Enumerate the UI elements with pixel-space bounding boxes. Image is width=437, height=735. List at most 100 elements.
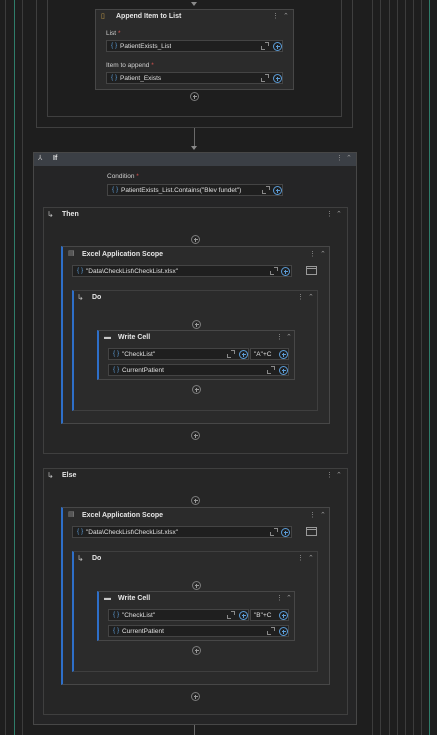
menu-icon[interactable]: ⋮ [272,13,279,21]
add-activity-icon[interactable] [191,235,200,244]
collapse-icon[interactable]: ⌃ [320,251,326,259]
expand-editor-icon[interactable] [227,611,235,619]
branch-icon: ↳ [77,554,84,563]
brace-icon: { } [77,267,84,274]
browse-folder-icon[interactable] [306,266,317,275]
excel-application-scope[interactable]: ▤ Excel Application Scope ⋮ ⌃ { } "Data\… [61,507,330,685]
expand-editor-icon[interactable] [267,366,275,374]
workbook-path-field[interactable]: { } "Data\CheckList\CheckList.xlsx" [72,265,292,277]
expand-editor-icon[interactable] [262,186,270,194]
else-branch[interactable]: ↳ Else ⋮ ⌃ ▤ Excel Application Scope ⋮ ⌃… [43,468,348,715]
menu-icon[interactable]: ⋮ [309,251,316,259]
canvas-guide-line [413,0,414,735]
canvas-guide-line [397,0,398,735]
canvas-guide-line [14,0,15,735]
add-argument-icon[interactable] [279,627,288,636]
add-activity-icon[interactable] [190,92,199,101]
expand-editor-icon[interactable] [270,528,278,536]
scope-title: Excel Application Scope [82,251,164,258]
flow-arrow-icon [191,146,197,150]
collapse-icon[interactable]: ⌃ [286,595,292,603]
do-container[interactable]: ↳ Do ⋮ ⌃ ▬ Write Cell ⋮ ⌃ { } "CheckList… [72,551,318,672]
workbook-path-field[interactable]: { } "Data\CheckList\CheckList.xlsx" [72,526,292,538]
add-argument-icon[interactable] [273,74,282,83]
if-header [34,153,356,166]
sheet-name-field[interactable]: { } "CheckList" [108,348,249,360]
expand-editor-icon[interactable] [267,627,275,635]
collapse-icon[interactable]: ⌃ [283,13,289,21]
brace-icon: { } [113,627,120,634]
do-label: Do [92,555,102,562]
excel-application-scope[interactable]: ▤ Excel Application Scope ⋮ ⌃ { } "Data\… [61,246,330,424]
collapse-icon[interactable]: ⌃ [308,294,314,302]
brace-icon: { } [113,350,120,357]
add-activity-icon[interactable] [191,496,200,505]
collapse-icon[interactable]: ⌃ [336,211,342,219]
collapse-icon[interactable]: ⌃ [346,155,352,163]
branch-icon: ↳ [47,471,54,480]
add-activity-icon[interactable] [192,385,201,394]
menu-icon[interactable]: ⋮ [326,472,333,480]
excel-icon: ▤ [68,511,75,518]
if-activity[interactable]: ⅄ If ⋮ ⌃ Condition * { } PatientExists_L… [33,152,357,725]
canvas-guide-line [405,0,406,735]
flow-arrow-icon [191,2,197,6]
list-field[interactable]: { } PatientExists_List [106,40,283,52]
cell-range-field[interactable]: "B"+C [250,609,289,621]
canvas-guide-line [421,0,422,735]
excel-icon: ▤ [68,250,75,257]
cell-range-field[interactable]: "A"+C [250,348,289,360]
collapse-icon[interactable]: ⌃ [336,472,342,480]
brace-icon: { } [112,186,119,193]
write-cell-activity[interactable]: ▬ Write Cell ⋮ ⌃ { } "CheckList" "B"+C {… [97,591,295,641]
brace-icon: { } [113,366,120,373]
add-argument-icon[interactable] [281,267,290,276]
condition-field[interactable]: { } PatientExists_List.Contains("Blev fu… [107,184,283,196]
write-cell-activity[interactable]: ▬ Write Cell ⋮ ⌃ { } "CheckList" "A"+C {… [97,330,295,380]
add-argument-icon[interactable] [279,611,288,620]
add-activity-icon[interactable] [192,581,201,590]
collapse-icon[interactable]: ⌃ [308,555,314,563]
menu-icon[interactable]: ⋮ [336,155,343,163]
brace-icon: { } [111,42,118,49]
add-argument-icon[interactable] [273,42,282,51]
browse-folder-icon[interactable] [306,527,317,536]
then-branch[interactable]: ↳ Then ⋮ ⌃ ▤ Excel Application Scope ⋮ ⌃… [43,207,348,454]
add-activity-icon[interactable] [192,320,201,329]
sheet-name-field[interactable]: { } "CheckList" [108,609,249,621]
cell-value-field[interactable]: { } CurrentPatient [108,364,289,376]
canvas-guide-line [372,0,373,735]
if-title: If [53,155,58,162]
append-item-to-list-activity[interactable]: ▯ Append Item to List ⋮ ⌃ List * { } Pat… [95,9,294,90]
add-activity-icon[interactable] [191,692,200,701]
expand-editor-icon[interactable] [270,267,278,275]
canvas-guide-line [380,0,381,735]
menu-icon[interactable]: ⋮ [309,512,316,520]
add-argument-icon[interactable] [239,350,248,359]
do-container[interactable]: ↳ Do ⋮ ⌃ ▬ Write Cell ⋮ ⌃ { } "CheckList… [72,290,318,411]
else-label: Else [62,472,77,479]
add-argument-icon[interactable] [281,528,290,537]
menu-icon[interactable]: ⋮ [276,595,283,603]
add-argument-icon[interactable] [273,186,282,195]
canvas-guide-line [389,0,390,735]
brace-icon: { } [113,611,120,618]
menu-icon[interactable]: ⋮ [297,555,304,563]
add-activity-icon[interactable] [192,646,201,655]
add-argument-icon[interactable] [279,350,288,359]
add-argument-icon[interactable] [239,611,248,620]
item-field[interactable]: { } Patient_Exists [106,72,283,84]
expand-editor-icon[interactable] [227,350,235,358]
menu-icon[interactable]: ⋮ [326,211,333,219]
branch-icon: ↳ [77,293,84,302]
add-argument-icon[interactable] [279,366,288,375]
canvas-guide-line [22,0,23,735]
collapse-icon[interactable]: ⌃ [320,512,326,520]
menu-icon[interactable]: ⋮ [276,334,283,342]
collapse-icon[interactable]: ⌃ [286,334,292,342]
expand-editor-icon[interactable] [261,74,269,82]
add-activity-icon[interactable] [191,431,200,440]
menu-icon[interactable]: ⋮ [297,294,304,302]
cell-value-field[interactable]: { } CurrentPatient [108,625,289,637]
expand-editor-icon[interactable] [261,42,269,50]
